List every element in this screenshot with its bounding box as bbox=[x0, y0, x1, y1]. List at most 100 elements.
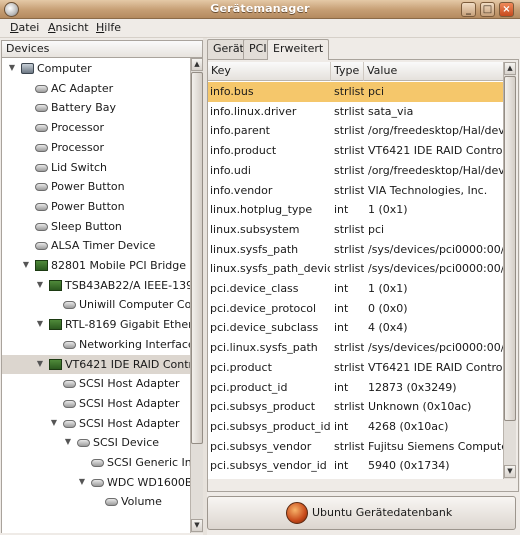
tab-erweitert[interactable]: Erweitert bbox=[267, 39, 330, 60]
tree-item[interactable]: Networking Interface bbox=[2, 335, 190, 355]
property-row[interactable]: linux.subsystem strlist pci bbox=[208, 220, 503, 240]
property-value: sata_via bbox=[368, 104, 414, 118]
card-icon bbox=[49, 319, 62, 331]
expander-arrow-icon[interactable]: ▼ bbox=[21, 260, 31, 270]
expander-arrow-icon[interactable]: ▼ bbox=[35, 319, 45, 329]
device-icon bbox=[35, 183, 48, 192]
menu-datei[interactable]: Datei bbox=[10, 21, 39, 34]
tree-column-header[interactable]: Devices bbox=[1, 40, 203, 58]
tree-item-label: SCSI Host Adapter bbox=[79, 416, 180, 430]
property-row[interactable]: pci.product_id int 12873 (0x3249) bbox=[208, 378, 503, 398]
tree-item[interactable]: ▼ Computer bbox=[2, 59, 190, 79]
scroll-down-icon[interactable]: ▼ bbox=[191, 519, 203, 532]
property-type: int bbox=[334, 321, 349, 335]
tree-item[interactable]: ▼ WDC WD1600BE bbox=[2, 473, 190, 493]
tree-item-label: SCSI Host Adapter bbox=[79, 377, 180, 391]
property-row[interactable]: pci.product strlist VT6421 IDE RAID Contro… bbox=[208, 358, 503, 378]
minimize-button[interactable]: _ bbox=[461, 2, 476, 17]
device-tree[interactable]: ▼ Computer AC Adapter Battery Bay Processor P… bbox=[1, 58, 190, 533]
property-key: pci.subsys_vendor_id bbox=[210, 459, 327, 473]
property-row[interactable]: info.parent strlist/org/freedesktop/Hal/d… bbox=[208, 121, 503, 141]
tree-item[interactable]: Sleep Button bbox=[2, 217, 190, 237]
property-row[interactable]: info.vendor strlist VIA Technologies, Inc. bbox=[208, 181, 503, 201]
menu-hilfe[interactable]: Hilfe bbox=[96, 21, 121, 34]
property-type: strlist bbox=[334, 341, 364, 355]
tree-item[interactable]: SCSI Generic Int bbox=[2, 453, 190, 473]
menu-bar: Datei Ansicht Hilfe bbox=[0, 19, 520, 38]
tree-item-label: Networking Interface bbox=[79, 337, 190, 351]
tree-item[interactable]: ▼ TSB43AB22/A IEEE-1394 bbox=[2, 276, 190, 296]
expander-arrow-icon[interactable]: ▼ bbox=[63, 437, 73, 447]
tree-item[interactable]: ▼ RTL-8169 Gigabit Etherne bbox=[2, 315, 190, 335]
property-value: 0 (0x0) bbox=[368, 301, 408, 315]
expander-arrow-icon[interactable]: ▼ bbox=[35, 359, 45, 369]
tree-item[interactable]: Lid Switch bbox=[2, 158, 190, 178]
property-row[interactable]: pci.device_subclass int 4 (0x4) bbox=[208, 318, 503, 338]
column-header-value[interactable]: Value bbox=[364, 62, 503, 81]
tree-item[interactable]: Power Button bbox=[2, 197, 190, 217]
menu-ansicht[interactable]: Ansicht bbox=[48, 21, 89, 34]
property-value: /org/freedesktop/Hal/device bbox=[368, 163, 503, 177]
property-type: strlist bbox=[334, 104, 364, 118]
property-key: pci.linux.sysfs_path bbox=[210, 341, 318, 355]
property-value: 4268 (0x10ac) bbox=[368, 419, 449, 433]
tree-item[interactable]: ▼ SCSI Host Adapter bbox=[2, 414, 190, 434]
tree-item[interactable]: Processor bbox=[2, 118, 190, 138]
scroll-up-icon[interactable]: ▲ bbox=[504, 62, 516, 75]
property-row[interactable]: pci.device_protocol int 0 (0x0) bbox=[208, 299, 503, 319]
column-header-type[interactable]: Type bbox=[331, 62, 364, 81]
expander-arrow-icon[interactable]: ▼ bbox=[77, 477, 87, 487]
property-row[interactable]: pci.subsys_vendor strlist Fujitsu Siemens … bbox=[208, 437, 503, 457]
scroll-thumb[interactable] bbox=[504, 76, 516, 421]
column-header-key[interactable]: Key bbox=[208, 62, 331, 81]
tree-item[interactable]: Processor bbox=[2, 138, 190, 158]
card-icon bbox=[49, 279, 62, 291]
tree-item[interactable]: SCSI Host Adapter bbox=[2, 394, 190, 414]
expander-arrow-icon[interactable]: ▼ bbox=[7, 63, 17, 73]
tree-item[interactable]: ▼ SCSI Device bbox=[2, 433, 190, 453]
property-value: pci bbox=[368, 222, 385, 236]
tree-item[interactable]: ▼ 82801 Mobile PCI Bridge bbox=[2, 256, 190, 276]
tree-item[interactable]: Battery Bay bbox=[2, 98, 190, 118]
scroll-down-icon[interactable]: ▼ bbox=[504, 465, 516, 478]
tree-item-label: SCSI Host Adapter bbox=[79, 396, 180, 410]
tree-item[interactable]: ALSA Timer Device bbox=[2, 236, 190, 256]
property-key: pci.subsys_product_id bbox=[210, 419, 330, 433]
property-row[interactable]: pci.subsys_vendor_id int 5940 (0x1734) bbox=[208, 456, 503, 476]
property-row[interactable]: pci.subsys_product_id int 4268 (0x10ac) bbox=[208, 417, 503, 437]
tree-item[interactable]: Volume bbox=[2, 492, 190, 512]
property-row[interactable]: info.linux.driver strlist sata_via bbox=[208, 102, 503, 122]
expander-arrow-icon[interactable]: ▼ bbox=[35, 280, 45, 290]
property-key: pci.device_class bbox=[210, 282, 299, 295]
property-row[interactable]: linux.hotplug_type int 1 (0x1) bbox=[208, 200, 503, 220]
scroll-thumb[interactable] bbox=[191, 72, 203, 444]
property-row[interactable]: pci.device_class int 1 (0x1) bbox=[208, 279, 503, 299]
property-key: linux.sysfs_path bbox=[210, 242, 299, 256]
property-list[interactable]: info.bus strlist pci info.linux.driver strli… bbox=[208, 81, 503, 479]
property-row[interactable]: pci.subsys_product strlist Unknown (0x10ac… bbox=[208, 397, 503, 417]
property-key: pci.product_id bbox=[210, 380, 288, 394]
tree-item[interactable]: ▼ VT6421 IDE RAID Control bbox=[2, 354, 190, 375]
property-row[interactable]: linux.sysfs_path strlist/sys/devices/pci0… bbox=[208, 240, 503, 260]
property-row[interactable]: pci.linux.sysfs_path strlist/sys/devices/… bbox=[208, 338, 503, 358]
maximize-button[interactable]: □ bbox=[480, 2, 495, 17]
property-type: strlist bbox=[334, 439, 364, 453]
property-row[interactable]: info.udi strlist/org/freedesktop/Hal/devi… bbox=[208, 161, 503, 181]
tree-item[interactable]: Uniwill Computer Corp bbox=[2, 295, 190, 315]
close-button[interactable]: × bbox=[499, 2, 514, 17]
scroll-up-icon[interactable]: ▲ bbox=[191, 58, 203, 71]
tree-scrollbar[interactable]: ▲ ▼ bbox=[190, 58, 203, 533]
property-key: info.bus bbox=[210, 85, 254, 98]
tree-item-label: Battery Bay bbox=[51, 101, 117, 115]
property-row[interactable]: linux.sysfs_path_device strlist/sys/devic… bbox=[208, 259, 503, 279]
tree-item-label: RTL-8169 Gigabit Etherne bbox=[65, 318, 190, 332]
tree-item[interactable]: Power Button bbox=[2, 177, 190, 197]
tree-item[interactable]: AC Adapter bbox=[2, 79, 190, 99]
tree-item[interactable]: SCSI Host Adapter bbox=[2, 374, 190, 394]
tree-item-label: VT6421 IDE RAID Control bbox=[65, 357, 190, 371]
ubuntu-device-database-button[interactable]: Ubuntu Gerätedatenbank bbox=[207, 496, 516, 530]
property-scrollbar[interactable]: ▲ ▼ bbox=[503, 62, 516, 479]
expander-arrow-icon[interactable]: ▼ bbox=[49, 418, 59, 428]
property-row[interactable]: info.bus strlist pci bbox=[208, 82, 503, 102]
property-row[interactable]: info.product strlist VT6421 IDE RAID Contr… bbox=[208, 141, 503, 161]
